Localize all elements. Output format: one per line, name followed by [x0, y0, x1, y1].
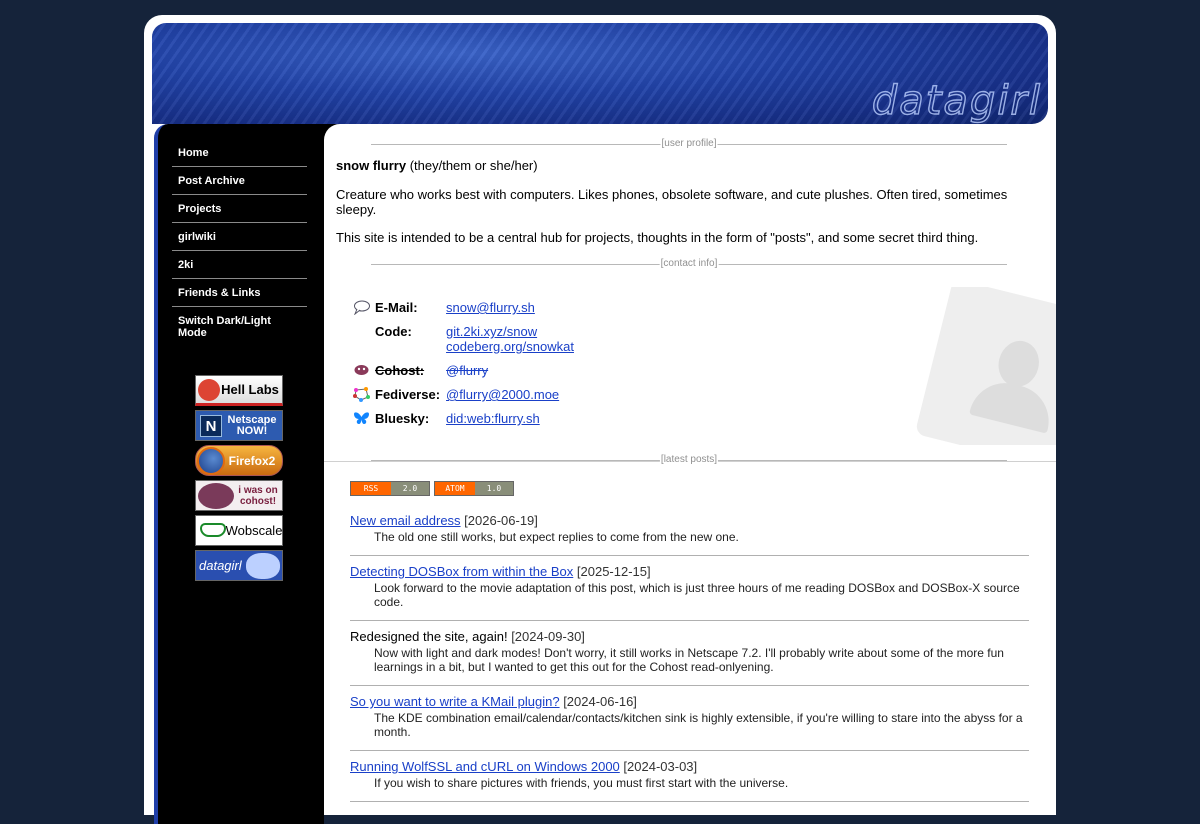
cohost-link[interactable]: @flurry [446, 363, 488, 378]
contact-row-cohost: Cohost: @flurry [351, 363, 576, 387]
contact-key: E-Mail: [375, 300, 418, 315]
nav-item-post-archive[interactable]: Post Archive [172, 167, 307, 195]
firefox-badge[interactable]: Firefox2 [195, 445, 283, 476]
post-date: [2024-09-30] [511, 629, 585, 644]
cohost-badge[interactable]: i was on cohost! [195, 480, 283, 511]
netscape-badge[interactable]: N Netscape NOW! [195, 410, 283, 441]
profile-watermark-icon [916, 287, 1056, 445]
post-description: The KDE combination email/calendar/conta… [374, 711, 1023, 739]
nav-item-switch-mode[interactable]: Switch Dark/Light Mode [172, 307, 307, 346]
nav-item-friends-links[interactable]: Friends & Links [172, 279, 307, 307]
fediverse-icon [353, 387, 370, 402]
code-link-2ki[interactable]: git.2ki.xyz/snow [446, 324, 537, 339]
speech-bubble-icon [354, 300, 370, 315]
post-title-link[interactable]: Running WolfSSL and cURL on Windows 2000 [350, 759, 620, 774]
post-description: If you wish to share pictures with frien… [374, 776, 789, 790]
contact-key: Bluesky: [375, 411, 430, 426]
fediverse-link[interactable]: @flurry@2000.moe [446, 387, 559, 402]
contact-row-fediverse: Fediverse: @flurry@2000.moe [351, 387, 576, 411]
bluesky-butterfly-icon [354, 412, 369, 424]
contact-key: Fediverse: [375, 387, 441, 402]
cohost-badge-label: i was on cohost! [238, 484, 278, 507]
section-label: [latest posts] [659, 453, 719, 467]
section-divider-contact: [contact info] [371, 257, 1007, 271]
code-link-codeberg[interactable]: codeberg.org/snowkat [446, 339, 574, 354]
section-divider-profile: [user profile] [371, 137, 1007, 151]
datagirl-badge-label: datagirl [199, 558, 242, 573]
profile-section: snow flurry (they/them or she/her) Creat… [324, 158, 1056, 245]
post-date: [2024-06-16] [563, 694, 637, 709]
post-item: New email address [2026-06-19] The old o… [350, 513, 1029, 556]
post-date: [2024-03-03] [623, 759, 698, 774]
nav-item-2ki[interactable]: 2ki [172, 251, 307, 279]
rss-feed-button[interactable]: RSS 2.0 [350, 481, 430, 496]
post-item: Detecting DOSBox from within the Box [20… [350, 564, 1029, 621]
post-description: The old one still works, but expect repl… [374, 530, 739, 544]
firefox-logo-icon [197, 447, 225, 475]
wobscale-badge-label: Wobscale [225, 523, 283, 538]
post-item: Running WolfSSL and cURL on Windows 2000… [350, 759, 1029, 802]
contact-row-email: E-Mail: snow@flurry.sh [351, 300, 576, 324]
section-label: [contact info] [659, 257, 719, 271]
datagirl-badge[interactable]: datagirl [195, 550, 283, 581]
rss-version: 2.0 [391, 482, 429, 495]
cohost-eggbug-icon [354, 365, 369, 375]
nav-item-girlwiki[interactable]: girlwiki [172, 223, 307, 251]
post-date: [2025-12-15] [576, 564, 651, 579]
contact-row-bluesky: Bluesky: did:web:flurry.sh [351, 411, 576, 435]
firefox-badge-label: Firefox2 [228, 453, 276, 468]
post-description: Look forward to the movie adaptation of … [374, 581, 1020, 609]
page-frame: datagirl Home Post Archive Projects girl… [144, 15, 1056, 824]
eggbug-icon [198, 483, 234, 509]
feed-buttons: RSS 2.0 ATOM 1.0 [350, 481, 514, 496]
contact-key: Code: [375, 324, 412, 339]
netscape-logo-icon: N [200, 415, 222, 437]
snowflake-icon [246, 553, 280, 579]
netscape-badge-label: Netscape NOW! [227, 413, 277, 437]
site-logo[interactable]: datagirl [871, 77, 1042, 124]
nav-menu: Home Post Archive Projects girlwiki 2ki … [172, 139, 307, 346]
nav-item-home[interactable]: Home [172, 139, 307, 167]
post-item: So you want to write a KMail plugin? [20… [350, 694, 1029, 751]
profile-bio: Creature who works best with computers. … [336, 187, 1008, 217]
post-description: Now with light and dark modes! Don't wor… [374, 646, 1004, 674]
nav-item-projects[interactable]: Projects [172, 195, 307, 223]
post-item: Redesigned the site, again! [2024-09-30]… [350, 629, 1029, 686]
post-title: Redesigned the site, again! [350, 629, 508, 644]
atom-feed-button[interactable]: ATOM 1.0 [434, 481, 514, 496]
contact-section: E-Mail: snow@flurry.sh Code: git.2ki.xyz… [324, 271, 1056, 445]
wobscale-logo-icon [200, 523, 226, 537]
atom-label: ATOM [435, 482, 475, 495]
email-link[interactable]: snow@flurry.sh [446, 300, 535, 315]
profile-name: snow flurry [336, 158, 407, 173]
contact-key: Cohost: [375, 363, 425, 378]
post-title-link[interactable]: So you want to write a KMail plugin? [350, 694, 560, 709]
post-title-link[interactable]: Detecting DOSBox from within the Box [350, 564, 573, 579]
hell-labs-badge[interactable]: Hell Labs [195, 375, 283, 406]
atom-version: 1.0 [475, 482, 513, 495]
section-label: [user profile] [660, 137, 718, 151]
post-title-link[interactable]: New email address [350, 513, 461, 528]
badge-list: Hell Labs N Netscape NOW! Firefox2 i was… [195, 375, 283, 585]
main-content: [user profile] snow flurry (they/them or… [324, 125, 1056, 802]
hell-labs-badge-label: Hell Labs [221, 382, 279, 397]
hell-labs-logo-icon [198, 379, 220, 401]
wobscale-badge[interactable]: Wobscale [195, 515, 283, 546]
rss-label: RSS [351, 482, 391, 495]
contact-row-code: Code: git.2ki.xyz/snow codeberg.org/snowk… [351, 324, 576, 363]
post-list: New email address [2026-06-19] The old o… [350, 513, 1029, 810]
section-divider-posts: [latest posts] [371, 453, 1007, 467]
profile-about: This site is intended to be a central hu… [336, 230, 979, 245]
bluesky-link[interactable]: did:web:flurry.sh [446, 411, 540, 426]
contact-table: E-Mail: snow@flurry.sh Code: git.2ki.xyz… [351, 300, 576, 435]
header-banner: datagirl [152, 23, 1048, 124]
profile-pronouns: (they/them or she/her) [409, 158, 538, 173]
post-date: [2026-06-19] [464, 513, 538, 528]
sidebar: Home Post Archive Projects girlwiki 2ki … [154, 124, 340, 824]
